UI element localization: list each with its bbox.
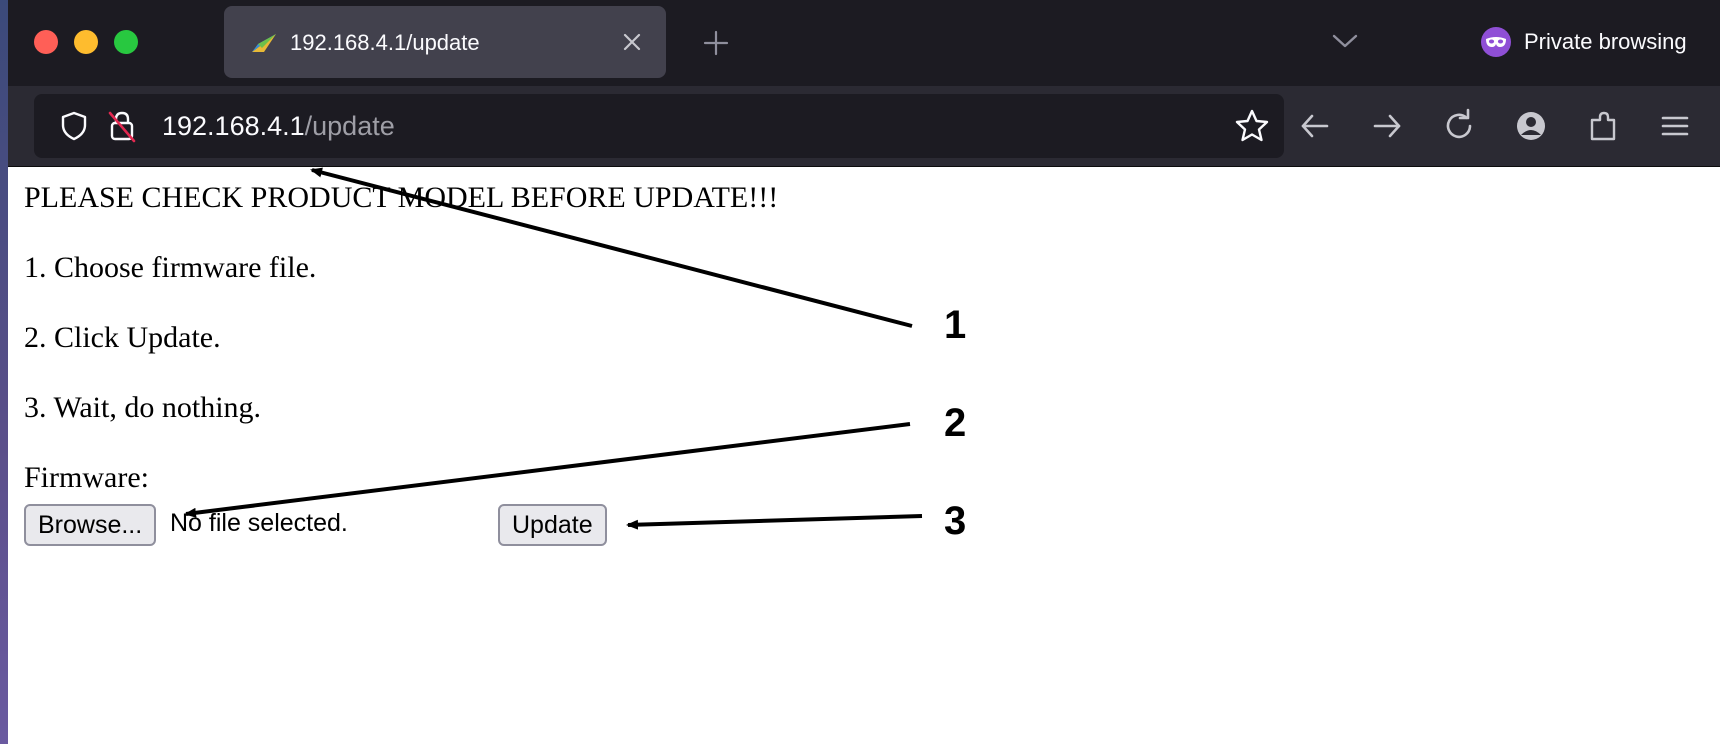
chevron-down-icon[interactable]: [1330, 30, 1360, 52]
tab-strip: 192.168.4.1/update Private browsing: [8, 0, 1720, 86]
reload-icon[interactable]: [1439, 106, 1479, 146]
zoom-window-button[interactable]: [114, 30, 138, 54]
private-browsing-label: Private browsing: [1524, 29, 1687, 54]
browse-button[interactable]: Browse...: [24, 504, 157, 546]
tab-title: 192.168.4.1/update: [290, 30, 480, 55]
back-arrow-icon[interactable]: [1295, 106, 1335, 146]
warning-text: PLEASE CHECK PRODUCT MODEL BEFORE UPDATE…: [24, 181, 779, 214]
account-icon[interactable]: [1511, 106, 1551, 146]
extensions-icon[interactable]: [1583, 106, 1623, 146]
private-browsing-indicator: Private browsing: [1480, 26, 1687, 58]
navigation-toolbar: 192.168.4.1/update: [8, 86, 1720, 167]
step-3-text: 3. Wait, do nothing.: [24, 391, 262, 424]
minimize-window-button[interactable]: [74, 30, 98, 54]
url-text[interactable]: 192.168.4.1/update: [162, 111, 395, 142]
step-1-text: 1. Choose firmware file.: [24, 251, 317, 284]
close-icon[interactable]: [618, 28, 646, 56]
plus-icon[interactable]: [701, 28, 731, 58]
private-mask-icon: [1481, 27, 1511, 57]
url-bar[interactable]: 192.168.4.1/update: [34, 94, 1284, 158]
hamburger-menu-icon[interactable]: [1655, 106, 1695, 146]
file-status-text: No file selected.: [170, 509, 348, 537]
paper-plane-icon: [252, 34, 276, 52]
firmware-label: Firmware:: [24, 461, 149, 494]
browser-window: 192.168.4.1/update Private browsing 192.…: [8, 0, 1720, 744]
url-host: 192.168.4.1: [162, 111, 305, 141]
close-window-button[interactable]: [34, 30, 58, 54]
update-button[interactable]: Update: [498, 504, 607, 546]
shield-icon[interactable]: [58, 110, 90, 142]
step-2-text: 2. Click Update.: [24, 321, 221, 354]
page-content: PLEASE CHECK PRODUCT MODEL BEFORE UPDATE…: [8, 167, 1720, 744]
forward-arrow-icon[interactable]: [1367, 106, 1407, 146]
url-path: /update: [304, 111, 395, 141]
insecure-lock-icon[interactable]: [106, 109, 138, 143]
star-icon[interactable]: [1234, 108, 1270, 144]
tab-active[interactable]: 192.168.4.1/update: [224, 6, 666, 78]
